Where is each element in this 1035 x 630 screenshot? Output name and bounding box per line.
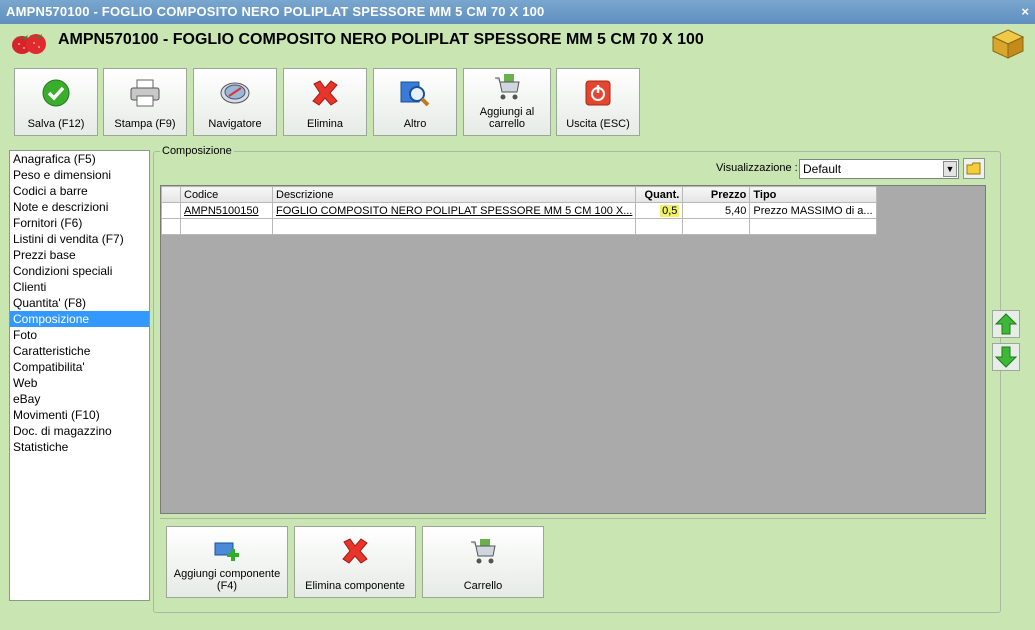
sidebar-item-prezzi-base[interactable]: Prezzi base: [10, 247, 149, 263]
col-prezzo[interactable]: Prezzo: [682, 186, 751, 203]
sidebar-item-web[interactable]: Web: [10, 375, 149, 391]
cell-prezzo[interactable]: 5,40: [682, 202, 751, 219]
delete-button[interactable]: Elimina: [283, 68, 367, 136]
magnifier-icon: [399, 78, 431, 111]
cell-prezzo-empty[interactable]: [682, 218, 751, 235]
print-label: Stampa (F9): [114, 118, 176, 130]
save-label: Salva (F12): [27, 118, 85, 130]
window-bottom-edge: [0, 620, 1035, 630]
sidebar-item-movimenti[interactable]: Movimenti (F10): [10, 407, 149, 423]
view-label: Visualizzazione :: [716, 162, 798, 174]
cart-icon: [468, 536, 498, 569]
cell-codice-empty[interactable]: [180, 218, 273, 235]
power-icon: [585, 80, 611, 109]
cart-label: Carrello: [463, 580, 503, 592]
sidebar-item-clienti[interactable]: Clienti: [10, 279, 149, 295]
move-down-button[interactable]: [992, 343, 1020, 371]
row-indicator: [161, 218, 181, 235]
col-descrizione[interactable]: Descrizione: [271, 186, 637, 203]
exit-label: Uscita (ESC): [566, 118, 630, 130]
section-list: Anagrafica (F5) Peso e dimensioni Codici…: [9, 150, 150, 601]
navigator-label: Navigatore: [208, 118, 262, 130]
view-select-value: Default: [803, 162, 842, 176]
row-indicator-header: [161, 186, 181, 203]
table-row-new[interactable]: [161, 218, 877, 235]
navigator-button[interactable]: Navigatore: [193, 68, 277, 136]
group-title: Composizione: [160, 145, 234, 157]
add-component-button[interactable]: Aggiungi componente (F4): [166, 526, 288, 598]
sidebar-item-caratteristiche[interactable]: Caratteristiche: [10, 343, 149, 359]
sidebar-item-compatibilita[interactable]: Compatibilita': [10, 359, 149, 375]
col-codice[interactable]: Codice: [180, 186, 273, 203]
main-window: AMPN570100 - FOGLIO COMPOSITO NERO POLIP…: [0, 0, 1035, 630]
sidebar-item-condizioni-speciali[interactable]: Condizioni speciali: [10, 263, 149, 279]
folder-button[interactable]: [963, 158, 985, 179]
sidebar-item-listini-vendita[interactable]: Listini di vendita (F7): [10, 231, 149, 247]
sidebar-item-quantita[interactable]: Quantita' (F8): [10, 295, 149, 311]
row-indicator: [161, 202, 181, 219]
cell-tipo[interactable]: Prezzo MASSIMO di a...: [749, 202, 877, 219]
window-title: AMPN570100 - FOGLIO COMPOSITO NERO POLIP…: [6, 4, 545, 19]
col-tipo[interactable]: Tipo: [749, 186, 877, 203]
composition-table: Codice Descrizione Quant. Prezzo Tipo AM…: [161, 186, 877, 235]
save-button[interactable]: Salva (F12): [14, 68, 98, 136]
cell-quant-empty[interactable]: [635, 218, 684, 235]
sidebar-item-statistiche[interactable]: Statistiche: [10, 439, 149, 455]
more-button[interactable]: Altro: [373, 68, 457, 136]
cell-codice[interactable]: AMPN5100150: [180, 202, 273, 219]
col-quant[interactable]: Quant.: [635, 186, 684, 203]
exit-button[interactable]: Uscita (ESC): [556, 68, 640, 136]
sidebar-item-ebay[interactable]: eBay: [10, 391, 149, 407]
title-bar: AMPN570100 - FOGLIO COMPOSITO NERO POLIP…: [0, 0, 1035, 24]
check-icon: [41, 78, 71, 111]
delete-component-label: Elimina componente: [305, 580, 405, 592]
delete-label: Elimina: [306, 118, 344, 130]
chevron-down-icon[interactable]: ▼: [943, 161, 957, 177]
quant-highlight: 0,5: [660, 204, 680, 217]
delete-x-icon: [310, 78, 340, 111]
composition-grid: Codice Descrizione Quant. Prezzo Tipo AM…: [160, 185, 986, 514]
sidebar-item-anagrafica[interactable]: Anagrafica (F5): [10, 151, 149, 167]
view-select[interactable]: Default ▼: [799, 159, 959, 179]
arrow-down-icon: [993, 346, 1019, 373]
strawberry-icon: [10, 30, 48, 56]
cell-descrizione[interactable]: FOGLIO COMPOSITO NERO POLIPLAT SPESSORE …: [271, 202, 637, 219]
folder-icon: [963, 158, 985, 182]
component-actions: Aggiungi componente (F4) Elimina compone…: [160, 518, 986, 604]
sidebar-item-note-descrizioni[interactable]: Note e descrizioni: [10, 199, 149, 215]
cube-icon: [991, 28, 1025, 60]
cart-add-icon: [492, 72, 522, 105]
delete-x-icon: [340, 536, 370, 569]
page-title: AMPN570100 - FOGLIO COMPOSITO NERO POLIP…: [58, 31, 704, 48]
record-header: AMPN570100 - FOGLIO COMPOSITO NERO POLIP…: [0, 24, 1035, 64]
move-up-button[interactable]: [992, 310, 1020, 338]
delete-component-button[interactable]: Elimina componente: [294, 526, 416, 598]
sidebar-item-doc-magazzino[interactable]: Doc. di magazzino: [10, 423, 149, 439]
sidebar-item-codici-barre[interactable]: Codici a barre: [10, 183, 149, 199]
sidebar-item-foto[interactable]: Foto: [10, 327, 149, 343]
cell-quant[interactable]: 0,5: [635, 202, 684, 219]
add-to-cart-label: Aggiungi al carrello: [479, 106, 535, 130]
print-button[interactable]: Stampa (F9): [103, 68, 187, 136]
table-header-row: Codice Descrizione Quant. Prezzo Tipo: [161, 186, 877, 203]
cart-button[interactable]: Carrello: [422, 526, 544, 598]
compass-icon: [219, 79, 251, 110]
cell-descrizione-empty[interactable]: [271, 218, 637, 235]
add-component-label: Aggiungi componente (F4): [173, 568, 281, 592]
add-to-cart-button[interactable]: Aggiungi al carrello: [463, 68, 551, 136]
more-label: Altro: [403, 118, 427, 130]
arrow-up-icon: [993, 313, 1019, 340]
close-icon[interactable]: ×: [1021, 0, 1029, 24]
sidebar-item-peso-dimensioni[interactable]: Peso e dimensioni: [10, 167, 149, 183]
cell-tipo-empty[interactable]: [749, 218, 877, 235]
sidebar-item-composizione[interactable]: Composizione: [10, 311, 149, 327]
add-component-icon: [213, 539, 241, 566]
sidebar-item-fornitori[interactable]: Fornitori (F6): [10, 215, 149, 231]
printer-icon: [129, 78, 161, 111]
table-row[interactable]: AMPN5100150 FOGLIO COMPOSITO NERO POLIPL…: [161, 202, 877, 219]
